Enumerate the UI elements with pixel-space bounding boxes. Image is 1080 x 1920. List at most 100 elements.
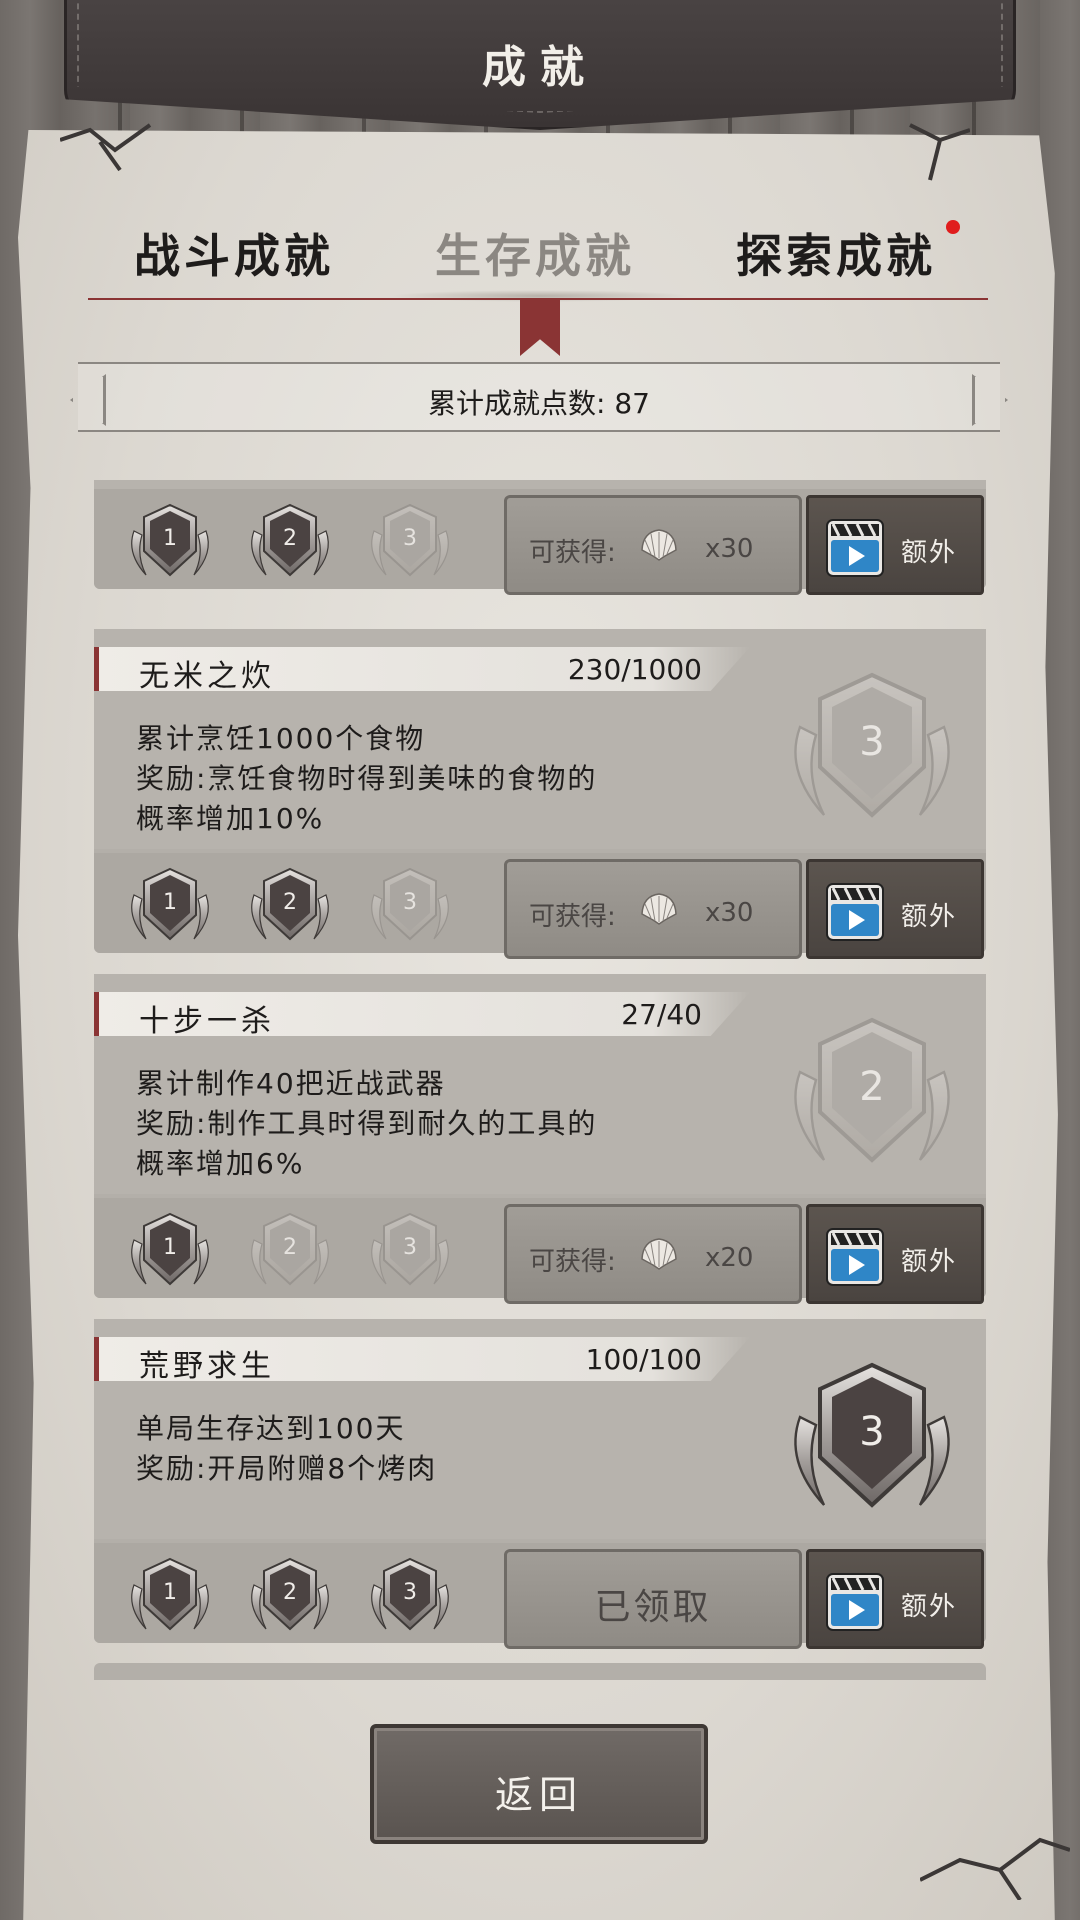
svg-text:3: 3 — [859, 719, 884, 765]
extra-video-button[interactable]: 额外 — [806, 859, 984, 959]
achievement-name: 十步一杀 — [139, 1004, 275, 1039]
crack-decoration-bottom — [920, 1837, 1070, 1900]
shell-icon — [639, 1237, 679, 1271]
extra-label: 额外 — [901, 1592, 958, 1622]
clapperboard-icon — [823, 880, 887, 944]
crack-decoration-right — [909, 123, 970, 181]
achievement-description: 累计烹饪1000个食物 奖励:烹饪食物时得到美味的食物的 概率增加10% — [136, 719, 696, 839]
extra-label: 额外 — [901, 538, 958, 568]
achievement-list[interactable]: 1 2 3 可获得: x30 额外 无米之炊 230/1000 累计烹饪1000… — [94, 480, 986, 1680]
achievement-tabs: 战斗成就 生存成就 探索成就 — [88, 220, 988, 300]
achievement-card: 十步一杀 27/40 累计制作40把近战武器 奖励:制作工具时得到耐久的工具的 … — [94, 974, 986, 1304]
description-line: 奖励:制作工具时得到耐久的工具的 — [136, 1107, 598, 1140]
tab-combat[interactable]: 战斗成就 — [134, 220, 334, 286]
achievement-card-partial — [94, 1663, 986, 1680]
card-footer: 1 2 3 已领取 额外 — [94, 1543, 986, 1649]
achievement-description: 累计制作40把近战武器 奖励:制作工具时得到耐久的工具的 概率增加6% — [136, 1064, 696, 1184]
claimed-label: 已领取 — [594, 1587, 712, 1628]
back-label: 返回 — [494, 1773, 583, 1817]
description-line: 奖励:烹饪食物时得到美味的食物的 — [136, 762, 598, 795]
tab-survival[interactable]: 生存成就 — [435, 220, 635, 286]
current-tier-badge: 3 — [772, 659, 972, 839]
current-tier-badge: 3 — [772, 1349, 972, 1529]
reward-label: 可获得: — [529, 902, 616, 932]
tier-badge-locked: 3 — [360, 1210, 460, 1292]
clapperboard-icon — [823, 1225, 887, 1289]
shell-icon — [639, 892, 679, 926]
achievement-card: 荒野求生 100/100 单局生存达到100天 奖励:开局附赠8个烤肉 3 1 … — [94, 1319, 986, 1649]
card-footer: 1 2 3 可获得: x20 额外 — [94, 1198, 986, 1304]
description-line: 累计制作40把近战武器 — [136, 1067, 446, 1100]
clapperboard-icon — [823, 516, 887, 580]
back-button[interactable]: 返回 — [370, 1724, 708, 1844]
card-header: 十步一杀 27/40 — [94, 992, 750, 1036]
claim-reward-button[interactable]: 可获得: x30 — [504, 859, 802, 959]
tier-badge-earned: 2 — [240, 865, 340, 947]
tier-badge-earned: 2 — [240, 501, 340, 583]
svg-text:1: 1 — [163, 526, 177, 551]
tier-badge-locked: 3 — [360, 501, 460, 583]
svg-text:1: 1 — [163, 1235, 177, 1260]
svg-text:2: 2 — [283, 1235, 297, 1260]
description-line: 奖励:开局附赠8个烤肉 — [136, 1452, 438, 1485]
svg-text:3: 3 — [403, 890, 417, 915]
svg-text:3: 3 — [403, 1235, 417, 1260]
tier-badge-locked: 3 — [360, 865, 460, 947]
svg-text:3: 3 — [403, 526, 417, 551]
achievement-card: 1 2 3 可获得: x30 额外 — [94, 480, 986, 595]
extra-video-button[interactable]: 额外 — [806, 1549, 984, 1649]
svg-text:2: 2 — [283, 1580, 297, 1605]
notification-dot — [946, 220, 960, 234]
achievement-progress: 27/40 — [621, 998, 702, 1031]
reward-count: x30 — [705, 898, 754, 928]
card-footer: 1 2 3 可获得: x30 额外 — [94, 489, 986, 595]
card-footer: 1 2 3 可获得: x30 额外 — [94, 853, 986, 959]
achievement-card: 无米之炊 230/1000 累计烹饪1000个食物 奖励:烹饪食物时得到美味的食… — [94, 629, 986, 959]
svg-text:3: 3 — [403, 1580, 417, 1605]
clapperboard-icon — [823, 1570, 887, 1634]
reward-count: x30 — [705, 534, 754, 564]
description-line: 概率增加10% — [136, 802, 325, 835]
tab-divider — [88, 298, 988, 300]
extra-video-button[interactable]: 额外 — [806, 1204, 984, 1304]
card-body: 无米之炊 230/1000 累计烹饪1000个食物 奖励:烹饪食物时得到美味的食… — [94, 629, 986, 849]
claim-reward-button[interactable]: 可获得: x20 — [504, 1204, 802, 1304]
svg-text:1: 1 — [163, 1580, 177, 1605]
tier-badge-earned: 1 — [120, 1210, 220, 1292]
svg-text:2: 2 — [283, 890, 297, 915]
current-tier-badge: 2 — [772, 1004, 972, 1184]
tab-exploration[interactable]: 探索成就 — [736, 220, 936, 286]
extra-label: 额外 — [901, 1247, 958, 1277]
achievement-name: 荒野求生 — [139, 1349, 275, 1384]
reward-label: 可获得: — [529, 538, 616, 568]
card-header: 无米之炊 230/1000 — [94, 647, 750, 691]
page-title: 成就 — [482, 42, 598, 93]
achievement-points-text: 累计成就点数: 87 — [428, 387, 650, 420]
tier-badge-earned: 3 — [360, 1555, 460, 1637]
svg-text:3: 3 — [859, 1409, 884, 1455]
svg-text:2: 2 — [283, 526, 297, 551]
tier-badge-earned: 2 — [240, 1555, 340, 1637]
description-line: 概率增加6% — [136, 1147, 305, 1180]
achievement-progress: 230/1000 — [567, 653, 702, 686]
svg-text:1: 1 — [163, 890, 177, 915]
svg-text:2: 2 — [859, 1064, 884, 1110]
claimed-button[interactable]: 已领取 — [504, 1549, 802, 1649]
card-body: 十步一杀 27/40 累计制作40把近战武器 奖励:制作工具时得到耐久的工具的 … — [94, 974, 986, 1194]
claim-reward-button[interactable]: 可获得: x30 — [504, 495, 802, 595]
crack-decoration-left — [60, 123, 152, 172]
tier-badge-earned: 1 — [120, 501, 220, 583]
achievement-description: 单局生存达到100天 奖励:开局附赠8个烤肉 — [136, 1409, 696, 1489]
description-line: 累计烹饪1000个食物 — [136, 722, 426, 755]
shell-icon — [639, 528, 679, 562]
achievement-points-bar: 累计成就点数: 87 — [78, 362, 1000, 432]
extra-label: 额外 — [901, 902, 958, 932]
card-body: 荒野求生 100/100 单局生存达到100天 奖励:开局附赠8个烤肉 3 — [94, 1319, 986, 1539]
card-header: 荒野求生 100/100 — [94, 1337, 750, 1381]
description-line: 单局生存达到100天 — [136, 1412, 406, 1445]
tier-badge-earned: 1 — [120, 1555, 220, 1637]
tier-badge-locked: 2 — [240, 1210, 340, 1292]
achievement-name: 无米之炊 — [139, 659, 275, 694]
extra-video-button[interactable]: 额外 — [806, 495, 984, 595]
achievement-progress: 100/100 — [585, 1343, 702, 1376]
